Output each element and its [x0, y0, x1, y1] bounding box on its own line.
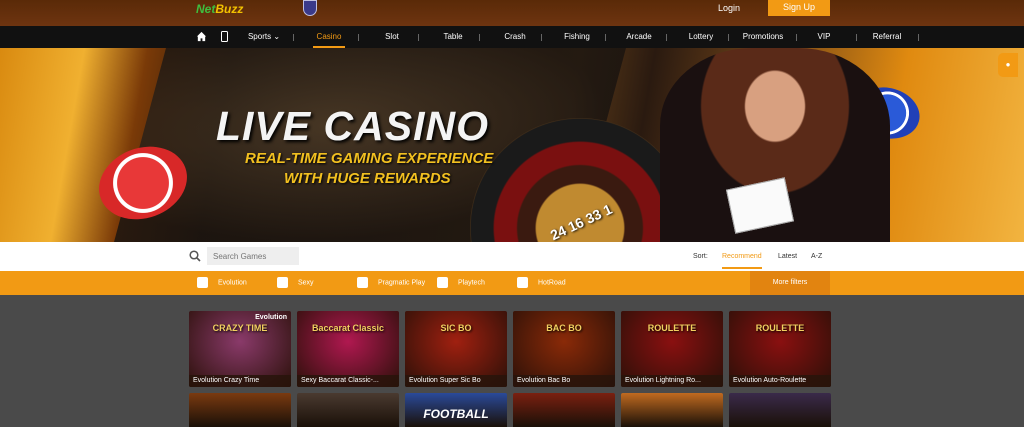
- game-tile[interactable]: ROULETTE Evolution Auto-Roulette: [729, 311, 831, 387]
- nav-item-arcade[interactable]: Arcade: [623, 26, 655, 48]
- sort-a-z[interactable]: A-Z: [811, 253, 822, 260]
- main-nav: Sports ⌄ Casino Slot Table Crash Fishing…: [0, 26, 1024, 48]
- nav-item-vip[interactable]: VIP: [814, 26, 834, 48]
- game-art-title: Baccarat Classic: [311, 323, 385, 333]
- mobile-icon[interactable]: [221, 31, 228, 42]
- site-logo[interactable]: NetBuzz: [196, 2, 243, 16]
- nav-item-casino[interactable]: Casino: [313, 26, 345, 48]
- checkbox[interactable]: [197, 277, 208, 288]
- nav-item-lottery[interactable]: Lottery: [685, 26, 717, 48]
- game-tile[interactable]: Evolution CRAZY TIME Evolution Crazy Time: [189, 311, 291, 387]
- provider-filter-bar: [0, 271, 1024, 295]
- game-brand: Evolution: [255, 314, 287, 321]
- login-button[interactable]: Login: [718, 3, 740, 13]
- game-art-title: BAC BO: [546, 323, 582, 333]
- top-bar: NetBuzz Login Sign Up: [0, 0, 1024, 26]
- game-name: Evolution Lightning Ro...: [621, 375, 723, 387]
- checkbox[interactable]: [437, 277, 448, 288]
- banner-title: LIVE CASINO: [216, 103, 489, 149]
- banner-subtitle-2: WITH HUGE REWARDS: [284, 170, 451, 187]
- game-tile[interactable]: SIC BO Evolution Super Sic Bo: [405, 311, 507, 387]
- nav-item-sports[interactable]: Sports ⌄: [244, 26, 284, 48]
- game-art-title: SIC BO: [440, 323, 472, 333]
- search-input[interactable]: [207, 247, 299, 265]
- game-tile[interactable]: [513, 393, 615, 427]
- game-name: Evolution Auto-Roulette: [729, 375, 831, 387]
- search-icon: [189, 250, 201, 262]
- checkbox[interactable]: [277, 277, 288, 288]
- game-tile[interactable]: [189, 393, 291, 427]
- checkbox[interactable]: [517, 277, 528, 288]
- signup-button[interactable]: Sign Up: [768, 0, 830, 16]
- game-name: Evolution Super Sic Bo: [405, 375, 507, 387]
- nav-divider: [541, 34, 542, 41]
- checkbox[interactable]: [357, 277, 368, 288]
- game-name: Evolution Crazy Time: [189, 375, 291, 387]
- nav-divider: [918, 34, 919, 41]
- nav-divider: [293, 34, 294, 41]
- nav-divider: [728, 34, 729, 41]
- game-tile[interactable]: [729, 393, 831, 427]
- game-tile[interactable]: FOOTBALL: [405, 393, 507, 427]
- game-art-title: ROULETTE: [755, 323, 805, 333]
- home-icon[interactable]: [196, 31, 207, 42]
- sort-latest[interactable]: Latest: [778, 253, 797, 260]
- nav-divider: [358, 34, 359, 41]
- game-tile[interactable]: [297, 393, 399, 427]
- game-art-title: FOOTBALL: [423, 407, 489, 421]
- sort-label: Sort:: [693, 253, 708, 260]
- game-tile[interactable]: ROULETTE Evolution Lightning Ro...: [621, 311, 723, 387]
- nav-item-crash[interactable]: Crash: [500, 26, 530, 48]
- filter-pragmatic-play[interactable]: Pragmatic Play: [357, 277, 425, 289]
- game-name: Sexy Baccarat Classic-...: [297, 375, 399, 387]
- promo-banner[interactable]: LIVE CASINO REAL-TIME GAMING EXPERIENCE …: [0, 48, 1024, 242]
- nav-item-fishing[interactable]: Fishing: [561, 26, 593, 48]
- nav-item-slot[interactable]: Slot: [378, 26, 406, 48]
- nav-divider: [796, 34, 797, 41]
- game-art-title: ROULETTE: [647, 323, 697, 333]
- game-name: Evolution Bac Bo: [513, 375, 615, 387]
- filter-evolution[interactable]: Evolution: [197, 277, 247, 289]
- chat-icon[interactable]: ●: [998, 53, 1018, 77]
- filter-hotroad[interactable]: HotRoad: [517, 277, 566, 289]
- nav-item-promotions[interactable]: Promotions: [740, 26, 786, 48]
- filter-playtech[interactable]: Playtech: [437, 277, 485, 289]
- filter-sexy[interactable]: Sexy: [277, 277, 314, 289]
- banner-subtitle: REAL-TIME GAMING EXPERIENCE: [245, 150, 494, 167]
- game-tile[interactable]: [621, 393, 723, 427]
- nav-divider: [666, 34, 667, 41]
- nav-divider: [479, 34, 480, 41]
- sort-recommend[interactable]: Recommend: [722, 253, 762, 269]
- partner-crest-icon: [303, 0, 317, 16]
- nav-divider: [605, 34, 606, 41]
- game-tile[interactable]: Baccarat Classic Sexy Baccarat Classic-..…: [297, 311, 399, 387]
- search-bar: [0, 242, 1024, 271]
- nav-item-referral[interactable]: Referral: [870, 26, 904, 48]
- game-tile[interactable]: BAC BO Evolution Bac Bo: [513, 311, 615, 387]
- more-filters-button[interactable]: More filters: [750, 271, 830, 295]
- nav-item-table[interactable]: Table: [439, 26, 467, 48]
- nav-divider: [856, 34, 857, 41]
- game-art-title: CRAZY TIME: [212, 323, 268, 333]
- nav-divider: [418, 34, 419, 41]
